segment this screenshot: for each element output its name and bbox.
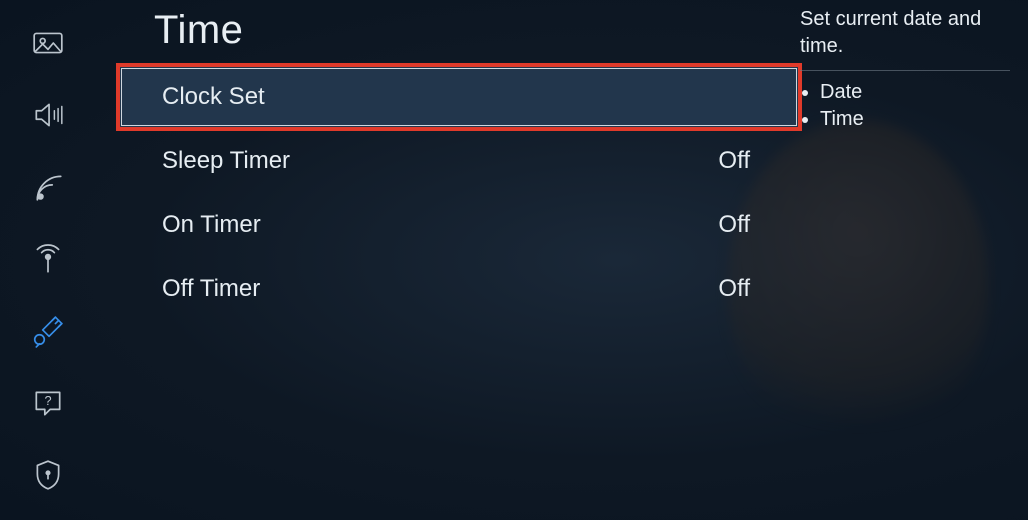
page-title: Time [154, 8, 798, 53]
support-icon[interactable]: ? [29, 384, 67, 422]
menu-item-clock-set[interactable]: Clock Set [120, 67, 798, 127]
menu-item-label: Off Timer [162, 275, 260, 303]
sound-icon[interactable] [29, 96, 67, 134]
broadcast-icon[interactable] [29, 168, 67, 206]
picture-icon[interactable] [29, 24, 67, 62]
security-icon[interactable] [29, 456, 67, 494]
help-bullet: Date [820, 81, 1010, 104]
menu-item-value: Off [718, 211, 750, 239]
system-icon[interactable] [29, 312, 67, 350]
help-bullets: Date Time [800, 81, 1010, 131]
menu-item-on-timer[interactable]: On Timer Off [120, 195, 798, 255]
menu-item-off-timer[interactable]: Off Timer Off [120, 259, 798, 319]
settings-sidebar: ? [0, 0, 96, 520]
network-icon[interactable] [29, 240, 67, 278]
time-settings-panel: Time Clock Set Sleep Timer Off On Timer … [120, 0, 798, 520]
menu-item-label: Sleep Timer [162, 147, 290, 175]
menu-item-value: Off [718, 275, 750, 303]
menu-item-label: On Timer [162, 211, 261, 239]
help-divider [800, 70, 1010, 71]
help-bullet: Time [820, 108, 1010, 131]
help-panel: Set current date and time. Date Time [800, 6, 1010, 135]
menu-item-label: Clock Set [162, 83, 265, 111]
menu-item-value: Off [718, 147, 750, 175]
svg-text:?: ? [44, 393, 51, 408]
help-description: Set current date and time. [800, 6, 1010, 60]
menu-item-sleep-timer[interactable]: Sleep Timer Off [120, 131, 798, 191]
